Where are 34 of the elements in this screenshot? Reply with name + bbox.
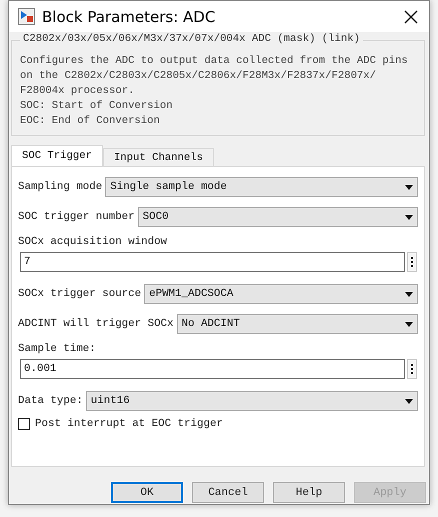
caret-icon bbox=[405, 292, 413, 296]
caret-icon bbox=[405, 214, 413, 220]
dropdown[interactable]: SOC0 bbox=[138, 207, 418, 227]
description-text: EOC: End of Conversion bbox=[20, 114, 161, 129]
caret-icon bbox=[405, 398, 413, 404]
description-text: SOC: Start of Conversion bbox=[20, 99, 174, 114]
field-label: Sampling mode bbox=[18, 181, 102, 193]
dropdown[interactable]: Single sample mode bbox=[105, 177, 418, 197]
field-label: ADCINT will trigger SOCx bbox=[18, 318, 174, 330]
dialog-button[interactable]: Help bbox=[273, 482, 345, 503]
dropdown[interactable]: No ADCINT bbox=[176, 314, 418, 334]
checkbox-label: Post interrupt at EOC trigger bbox=[35, 418, 223, 430]
dropdown[interactable]: uint16 bbox=[86, 391, 418, 411]
window-title: Block Parameters: ADC bbox=[42, 8, 216, 26]
more-button[interactable] bbox=[407, 359, 417, 379]
field-label: Data type: bbox=[18, 395, 83, 407]
simulink-block-icon bbox=[18, 8, 35, 25]
group-title: C2802x/03x/05x/06x/M3x/37x/07x/004x ADC (mask) (link) bbox=[20, 33, 363, 45]
dialog-button[interactable]: Cancel bbox=[192, 482, 264, 503]
dropdown[interactable]: ePWM1_ADCSOCA bbox=[144, 284, 418, 304]
tab[interactable]: SOC Trigger bbox=[11, 145, 103, 166]
field-label: SOC trigger number bbox=[18, 211, 135, 223]
caret-icon bbox=[405, 322, 413, 326]
caret-icon bbox=[405, 184, 413, 190]
input-field[interactable]: 7 bbox=[20, 252, 405, 272]
field-label: SOCx trigger source bbox=[18, 288, 142, 300]
field-label: Sample time: bbox=[18, 343, 97, 355]
tab[interactable]: Input Channels bbox=[102, 148, 214, 166]
checkbox[interactable] bbox=[18, 418, 30, 430]
field-label: SOCx acquisition window bbox=[18, 236, 168, 248]
input-field[interactable]: 0.001 bbox=[20, 359, 405, 379]
more-button[interactable] bbox=[407, 252, 417, 272]
dialog-button[interactable]: OK bbox=[111, 482, 183, 503]
description-text: Configures the ADC to output data collected from the ADC pins on the C2802x/C2803x/C2805x/C2806x/F28M3x/F2837x/F2807x/ F28004x processor. bbox=[20, 54, 409, 99]
